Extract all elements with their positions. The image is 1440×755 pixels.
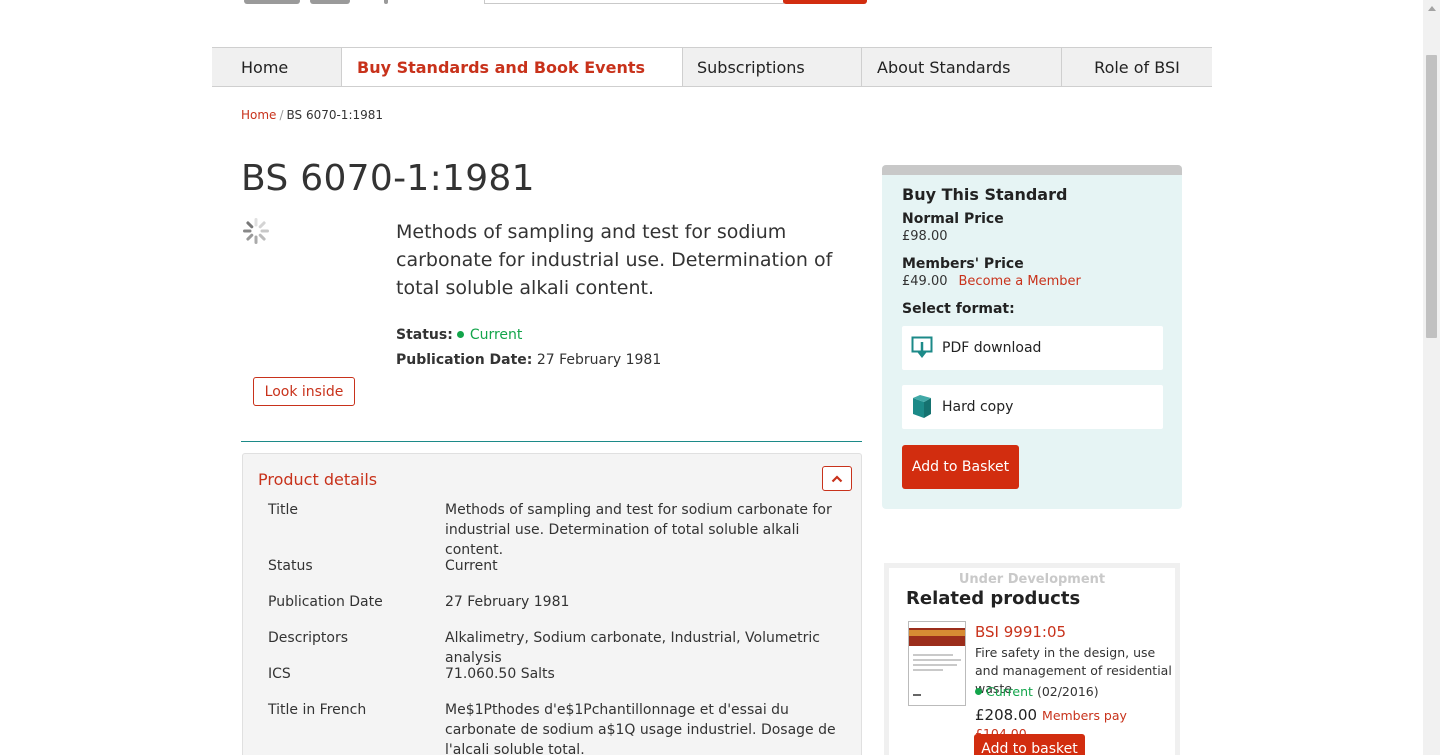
status-dot-icon: [975, 688, 982, 695]
book-icon: [913, 395, 931, 418]
members-price-value: £49.00: [902, 274, 948, 289]
detail-key: ICS: [268, 666, 291, 682]
related-add-to-basket-button[interactable]: Add to basket: [974, 734, 1085, 755]
status-value: Current: [469, 327, 523, 343]
related-products-heading: Related products: [906, 588, 1081, 609]
detail-value: 27 February 1981: [445, 594, 570, 610]
format-option-hard-copy[interactable]: Hard copy: [902, 385, 1163, 429]
detail-value: 71.060.50 Salts: [445, 666, 555, 682]
status-row: Status: Current: [396, 327, 522, 343]
nav-about-standards[interactable]: About Standards: [862, 48, 1062, 86]
detail-key: Title in French: [268, 702, 367, 718]
status-dot-icon: [456, 331, 464, 338]
product-cover-thumbnail[interactable]: [908, 621, 966, 706]
members-price-label: Members' Price: [902, 256, 1024, 272]
under-development-label: Under Development: [958, 572, 1106, 587]
become-member-link[interactable]: Become a Member: [959, 274, 1081, 289]
page-scrollbar[interactable]: [1423, 0, 1440, 755]
bsi-logo[interactable]: [244, 0, 394, 6]
product-details-heading[interactable]: Product details: [258, 470, 377, 489]
normal-price-label: Normal Price: [902, 211, 1004, 227]
scrollbar-thumb[interactable]: [1426, 55, 1437, 338]
main-nav: Home Buy Standards and Book Events Subsc…: [212, 47, 1212, 87]
detail-key: Title: [268, 502, 299, 518]
format-option-pdf[interactable]: PDF download: [902, 326, 1163, 370]
format-label: PDF download: [942, 340, 1042, 356]
nav-home[interactable]: Home: [212, 48, 342, 86]
pdf-download-icon: [911, 336, 933, 358]
detail-value: Me$1Pthodes d'e$1Pchantillonnage et d'es…: [445, 702, 836, 755]
cover-logo-mark: [913, 694, 921, 696]
related-product-link[interactable]: BSI 9991:05: [975, 623, 1066, 641]
detail-value: Current: [445, 558, 498, 574]
buy-panel-title: Buy This Standard: [902, 185, 1068, 204]
breadcrumb-current: BS 6070-1:1981: [286, 108, 384, 122]
product-details-panel: Product details Title Methods of samplin…: [242, 453, 862, 755]
cover-text-line: [913, 664, 957, 666]
format-label: Hard copy: [942, 399, 1014, 415]
detail-key: Descriptors: [268, 630, 349, 646]
cover-text-line: [913, 669, 943, 671]
detail-value: Alkalimetry, Sodium carbonate, Industria…: [445, 630, 820, 666]
detail-key: Status: [268, 558, 313, 574]
nav-subscriptions[interactable]: Subscriptions: [683, 48, 862, 86]
page-title: BS 6070-1:1981: [241, 158, 535, 199]
detail-key: Publication Date: [268, 594, 383, 610]
loading-spinner-icon: [243, 218, 269, 244]
add-to-basket-button[interactable]: Add to Basket: [902, 445, 1019, 489]
related-product-status: Current (02/2016): [975, 684, 1099, 699]
scroll-up-arrow-icon[interactable]: [1423, 0, 1440, 17]
section-divider: [241, 441, 862, 442]
breadcrumb-separator: /: [279, 108, 284, 122]
related-products-panel: Under Development Related products BSI 9…: [884, 563, 1180, 755]
status-label: Status:: [396, 327, 453, 343]
cover-text-line: [913, 659, 961, 661]
related-status-date: (02/2016): [1036, 684, 1099, 699]
product-description: Methods of sampling and test for sodium …: [396, 221, 833, 299]
breadcrumb-home-link[interactable]: Home: [241, 108, 276, 122]
publication-date-label: Publication Date:: [396, 352, 533, 368]
related-status-value: Current: [986, 684, 1033, 699]
normal-price-value: £98.00: [902, 229, 948, 244]
nav-role-of-bsi[interactable]: Role of BSI: [1062, 48, 1212, 86]
cover-text-line: [913, 654, 953, 656]
chevron-up-icon: [831, 474, 843, 482]
select-format-label: Select format:: [902, 301, 1015, 317]
members-price-row: £49.00 Become a Member: [902, 274, 1081, 289]
panel-top-bar: [882, 165, 1182, 175]
breadcrumb: Home / BS 6070-1:1981: [241, 108, 383, 122]
cover-band-accent: [909, 630, 965, 636]
search-input[interactable]: [484, 0, 784, 4]
search-button[interactable]: [783, 0, 867, 4]
publication-date-value: 27 February 1981: [536, 352, 662, 368]
related-product-price: £208.00: [975, 706, 1038, 724]
buy-standard-panel: Buy This Standard Normal Price £98.00 Me…: [882, 165, 1182, 509]
collapse-button[interactable]: [822, 466, 852, 491]
publication-date-row: Publication Date: 27 February 1981: [396, 352, 661, 368]
detail-value: Methods of sampling and test for sodium …: [445, 502, 832, 558]
look-inside-button[interactable]: Look inside: [253, 377, 355, 406]
nav-buy-standards[interactable]: Buy Standards and Book Events: [342, 48, 683, 86]
